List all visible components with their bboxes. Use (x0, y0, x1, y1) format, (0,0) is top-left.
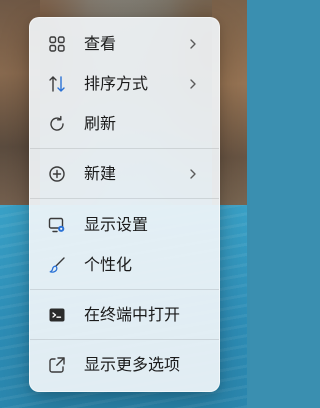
menu-item-display-settings[interactable]: 显示设置 (30, 207, 219, 243)
menu-item-label: 刷新 (84, 114, 117, 133)
menu-item-label: 在终端中打开 (84, 305, 181, 324)
menu-item-new[interactable]: 新建 (30, 156, 219, 192)
menu-item-label: 排序方式 (84, 74, 149, 93)
menu-separator (30, 198, 219, 199)
menu-separator (30, 148, 219, 149)
display-settings-icon (48, 217, 65, 233)
menu-item-show-more-options[interactable]: 显示更多选项 (30, 347, 219, 383)
chevron-right-icon (190, 79, 196, 89)
menu-item-label: 查看 (84, 34, 117, 53)
menu-item-label: 个性化 (84, 255, 133, 274)
menu-item-refresh[interactable]: 刷新 (30, 106, 219, 142)
terminal-icon (49, 308, 65, 322)
menu-item-label: 显示更多选项 (84, 355, 181, 374)
menu-separator (30, 289, 219, 290)
desktop-context-menu: 查看 排序方式 刷新 新建 显示设置 个性化 在终端中打开 显示更多选项 (29, 17, 220, 392)
sort-arrows-icon (49, 76, 65, 92)
menu-item-open-in-terminal[interactable]: 在终端中打开 (30, 297, 219, 333)
menu-item-personalize[interactable]: 个性化 (30, 247, 219, 283)
menu-separator (30, 339, 219, 340)
chevron-right-icon (190, 169, 196, 179)
menu-item-label: 新建 (84, 164, 117, 183)
menu-item-label: 显示设置 (84, 215, 149, 234)
chevron-right-icon (190, 39, 196, 49)
menu-item-view[interactable]: 查看 (30, 26, 219, 62)
plus-circle-icon (49, 166, 65, 182)
menu-item-sort-by[interactable]: 排序方式 (30, 66, 219, 102)
open-external-icon (49, 357, 65, 373)
grid-view-icon (49, 36, 65, 52)
brush-icon (49, 257, 65, 273)
refresh-icon (50, 115, 64, 131)
